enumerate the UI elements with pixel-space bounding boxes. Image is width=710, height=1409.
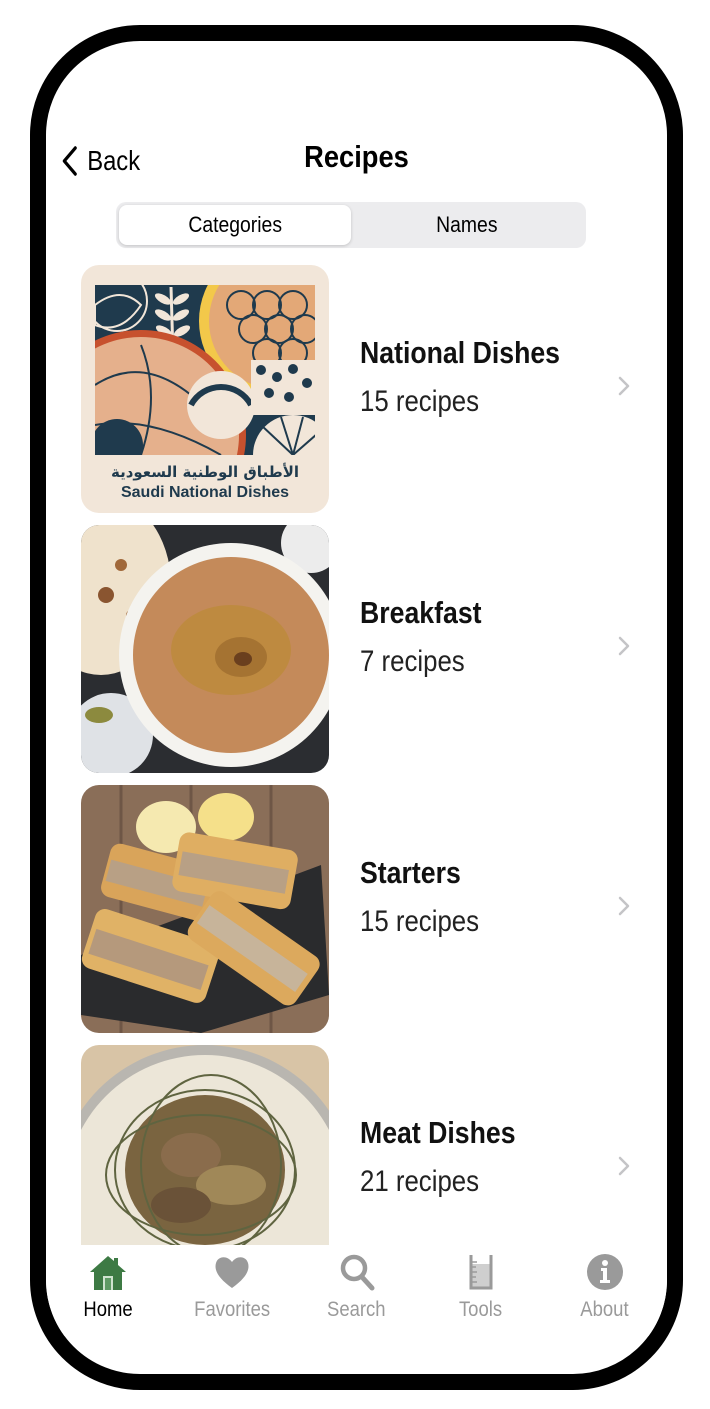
page-title: Recipes — [304, 139, 409, 174]
category-image-breakfast — [81, 525, 329, 773]
tab-label: Home — [83, 1298, 133, 1321]
category-count: 15 recipes — [360, 385, 480, 418]
logo-text-arabic: الأطباق الوطنية السعودية — [111, 463, 299, 481]
beaker-icon — [469, 1255, 493, 1290]
category-title: Starters — [360, 855, 461, 890]
category-row-breakfast[interactable]: Breakfast 7 recipes — [46, 525, 667, 773]
segmented-control: Categories Names — [116, 202, 586, 248]
tab-label: Search — [327, 1298, 386, 1321]
category-count: 15 recipes — [360, 905, 480, 938]
category-image-national-dishes: الأطباق الوطنية السعودية Saudi National … — [81, 265, 329, 513]
tab-label: About — [580, 1298, 630, 1321]
tab-label: Favorites — [194, 1298, 271, 1321]
house-icon — [90, 1256, 127, 1290]
category-image-meat-dishes — [81, 1045, 329, 1245]
segment-names[interactable]: Names — [351, 205, 583, 245]
heart-icon — [215, 1257, 249, 1288]
category-row-meat-dishes[interactable]: Meat Dishes 21 recipes — [46, 1045, 667, 1245]
info-icon — [586, 1254, 623, 1290]
tab-tools[interactable]: Tools — [419, 1246, 543, 1336]
category-title: Meat Dishes — [360, 1115, 516, 1150]
chevron-right-icon — [618, 376, 630, 396]
category-count: 21 recipes — [360, 1165, 480, 1198]
segment-label: Names — [436, 212, 498, 237]
tab-search[interactable]: Search — [294, 1246, 418, 1336]
logo-text-english: Saudi National Dishes — [121, 484, 289, 501]
segment-label: Categories — [188, 212, 282, 237]
navigation-bar: Back Recipes — [46, 41, 667, 201]
category-list: الأطباق الوطنية السعودية Saudi National … — [46, 265, 667, 1245]
category-row-national-dishes[interactable]: الأطباق الوطنية السعودية Saudi National … — [46, 265, 667, 513]
tab-favorites[interactable]: Favorites — [170, 1246, 294, 1336]
category-title: National Dishes — [360, 335, 561, 370]
category-image-starters — [81, 785, 329, 1033]
search-icon — [340, 1254, 374, 1291]
category-row-starters[interactable]: Starters 15 recipes — [46, 785, 667, 1033]
chevron-right-icon — [618, 1156, 630, 1176]
tab-home[interactable]: Home — [46, 1246, 170, 1336]
segment-categories[interactable]: Categories — [119, 205, 351, 245]
tab-about[interactable]: About — [543, 1246, 667, 1336]
phone-frame: Back Recipes Categories Names الأطباق ال… — [30, 25, 683, 1390]
tab-bar: Home Favorites Search Tools About — [46, 1246, 667, 1336]
category-title: Breakfast — [360, 595, 482, 630]
chevron-right-icon — [618, 636, 630, 656]
chevron-right-icon — [618, 896, 630, 916]
chevron-left-icon — [62, 146, 77, 176]
tab-label: Tools — [459, 1298, 503, 1321]
category-count: 7 recipes — [360, 645, 465, 678]
